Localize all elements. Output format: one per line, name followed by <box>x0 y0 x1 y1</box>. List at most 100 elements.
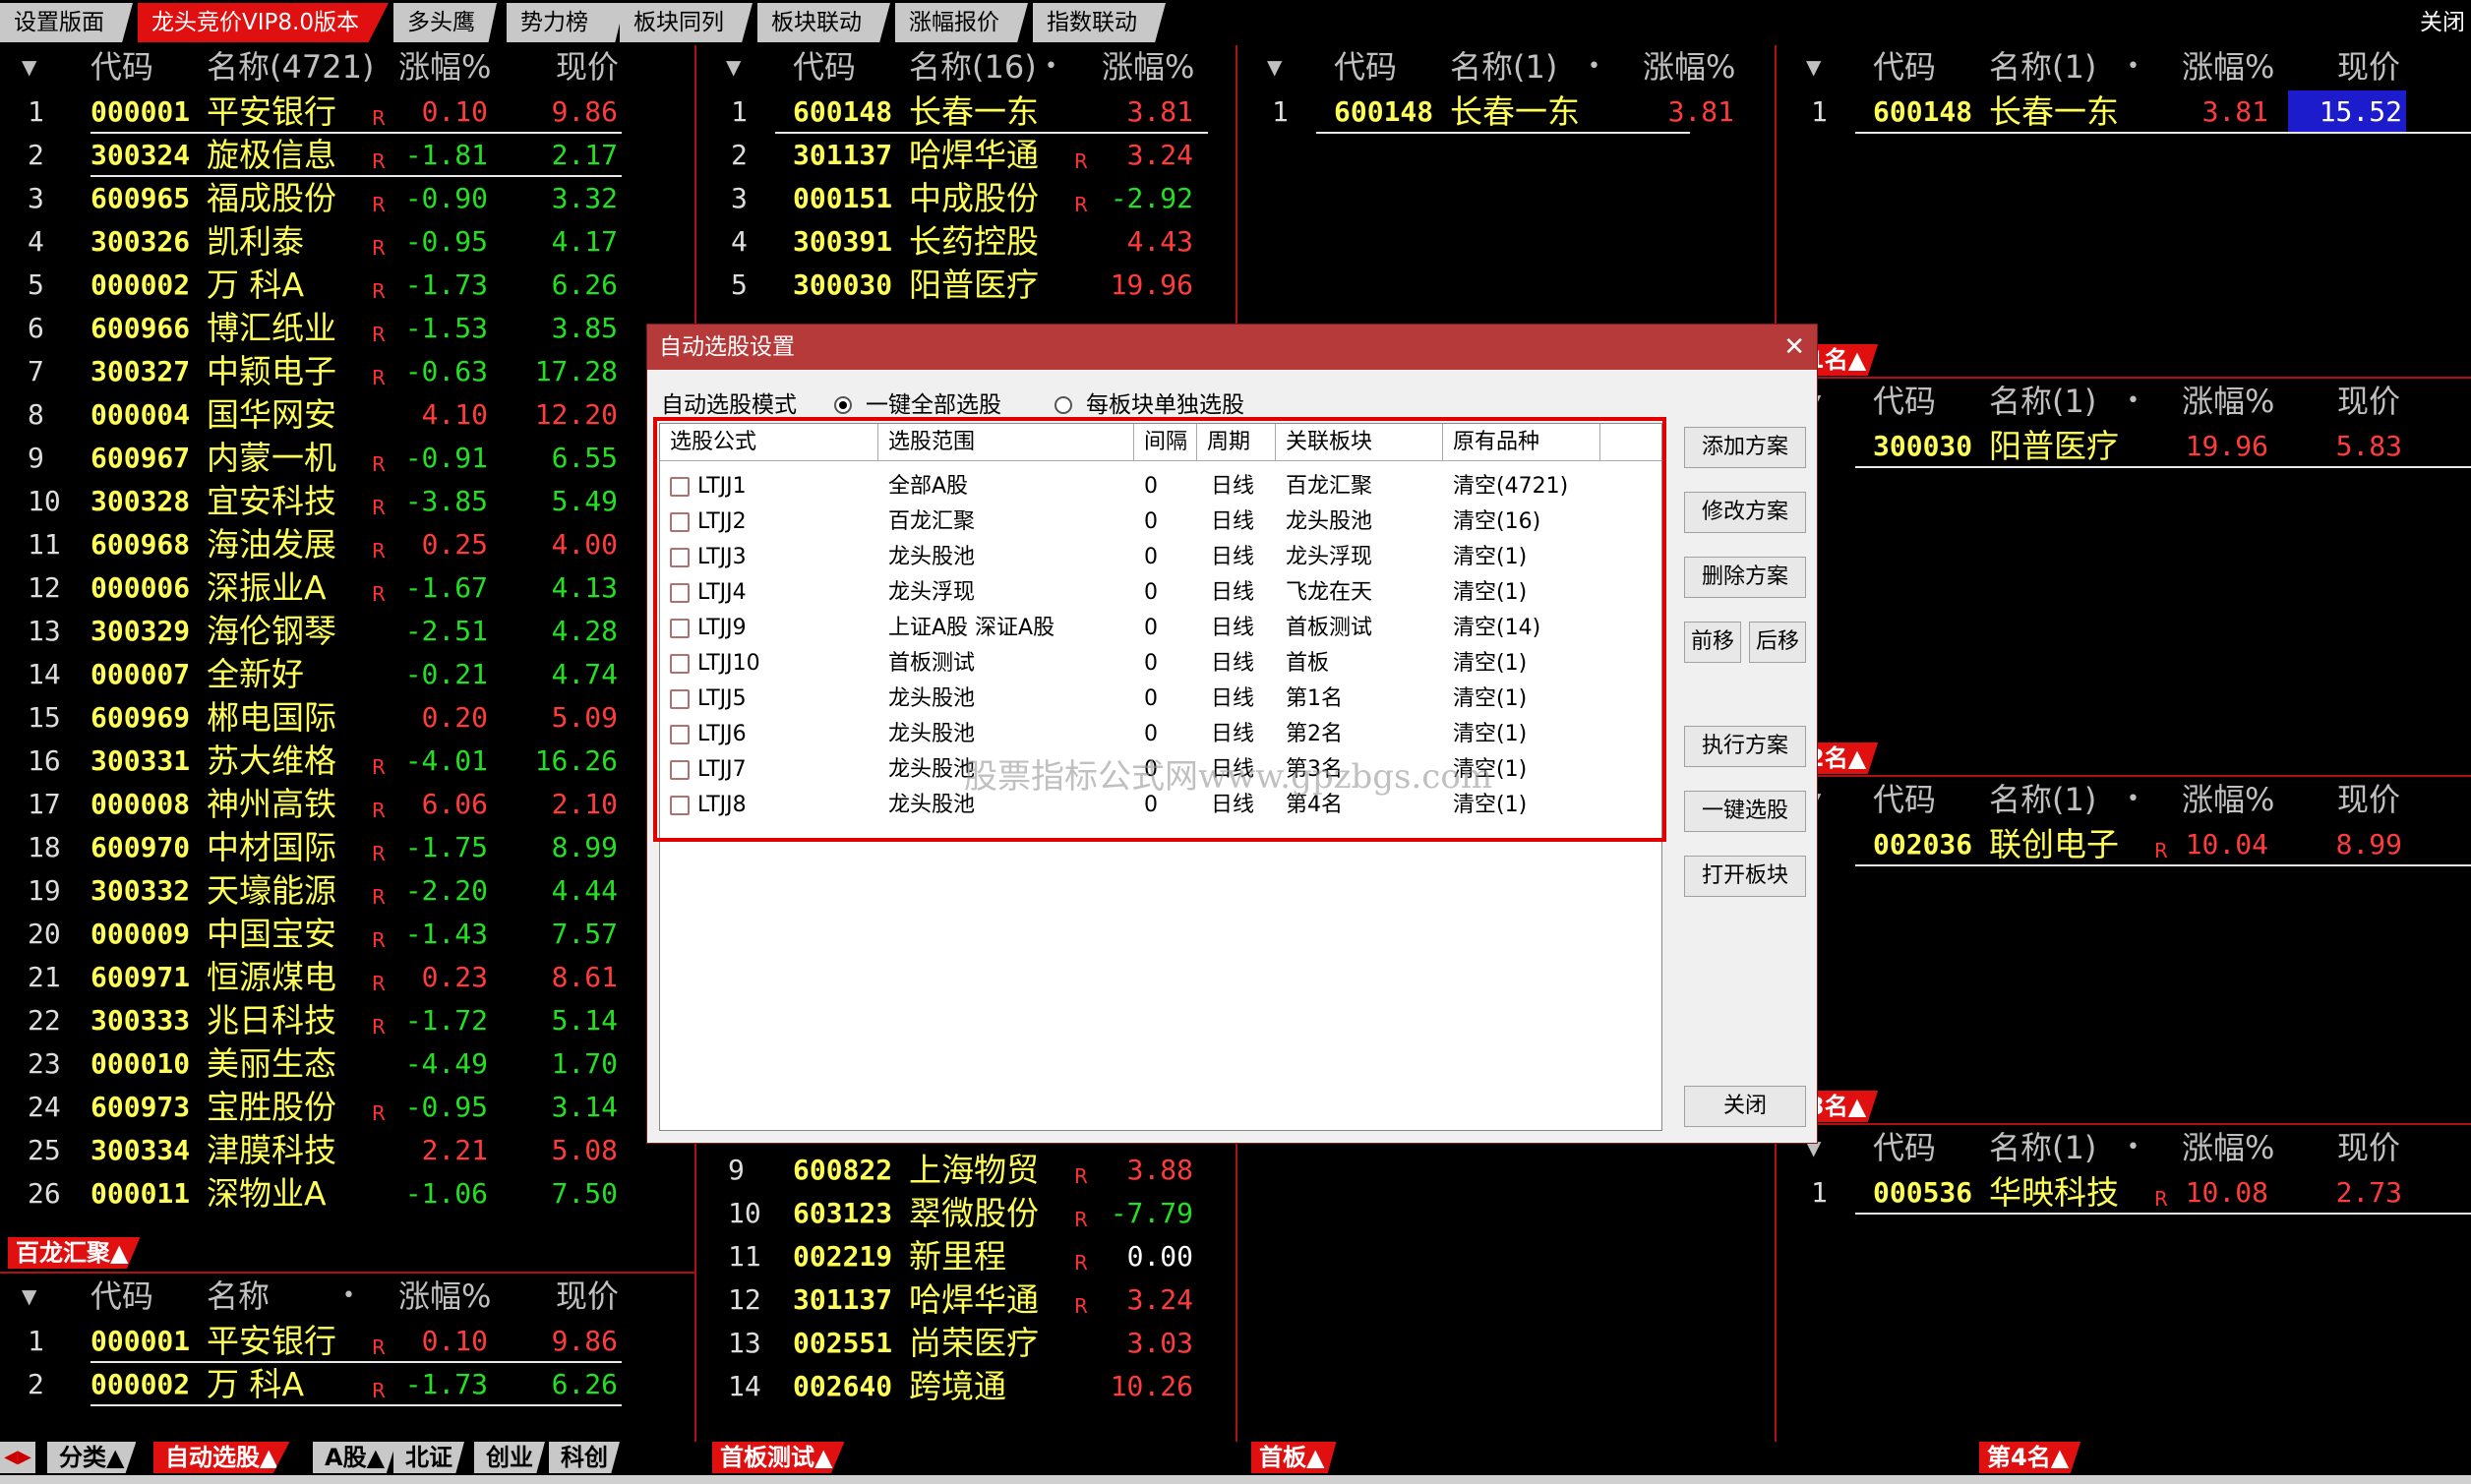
header-change[interactable]: 涨幅% <box>2182 45 2274 89</box>
table-row[interactable]: 8 000004 国华网安 4.10 12.20 <box>0 393 694 437</box>
stock-code[interactable]: 002551 <box>793 1322 892 1365</box>
add-scheme-button[interactable]: 添加方案 <box>1684 427 1806 468</box>
table-row[interactable]: 1 000536 华映科技 R 10.08 2.73 <box>1777 1171 2471 1215</box>
stock-code[interactable]: 300334 <box>90 1129 190 1172</box>
close-button[interactable]: 关闭 <box>1684 1086 1806 1127</box>
header-code[interactable]: 代码 <box>1873 778 1936 821</box>
stock-code[interactable]: 600966 <box>90 307 190 350</box>
stock-name[interactable]: 哈焊华通 <box>909 134 1039 177</box>
table-row[interactable]: 11 600968 海油发展 R 0.25 4.00 <box>0 523 694 566</box>
stock-name[interactable]: 苏大维格 <box>207 740 336 783</box>
move-up-button[interactable]: 前移 <box>1684 622 1741 663</box>
table-row[interactable]: 22 300333 兆日科技 R -1.72 5.14 <box>0 999 694 1042</box>
table-row[interactable]: 3 600965 福成股份 R -0.90 3.32 <box>0 177 694 220</box>
table-row[interactable]: 3 000151 中成股份 R -2.92 <box>696 177 1236 220</box>
stock-name[interactable]: 长春一东 <box>909 90 1039 134</box>
stock-name[interactable]: 深振业A <box>207 566 327 610</box>
table-row[interactable]: 11 002219 新里程 R 0.00 <box>696 1235 1236 1278</box>
table-row[interactable]: 10 603123 翠微股份 R -7.79 <box>696 1192 1236 1235</box>
stock-code[interactable]: 002640 <box>793 1365 892 1408</box>
table-row[interactable]: 16 300331 苏大维格 R -4.01 16.26 <box>0 740 694 783</box>
header-change[interactable]: 涨幅% <box>2182 380 2274 423</box>
header-code[interactable]: 代码 <box>1873 45 1936 89</box>
table-row[interactable]: 13 002551 尚荣医疗 3.03 <box>696 1322 1236 1365</box>
stock-name[interactable]: 凯利泰 <box>207 220 304 264</box>
tab-sector-link[interactable]: 板块联动 <box>757 3 890 42</box>
stock-name[interactable]: 天壕能源 <box>207 869 336 913</box>
table-row[interactable]: 300030 阳普医疗 19.96 5.83 <box>1777 425 2471 468</box>
stock-code[interactable]: 000002 <box>90 264 190 307</box>
stock-name[interactable]: 华映科技 <box>1989 1171 2119 1215</box>
table-row[interactable]: 1 600148 长春一东 3.81 <box>1237 90 1775 134</box>
table-row[interactable]: 10 300328 宜安科技 R -3.85 5.49 <box>0 480 694 523</box>
table-row[interactable]: 21 600971 恒源煤电 R 0.23 8.61 <box>0 956 694 999</box>
table-row[interactable]: 9 600822 上海物贸 R 3.88 <box>696 1149 1236 1192</box>
panel-tag-shouban[interactable]: 首板▲ <box>1251 1442 1337 1473</box>
stock-name[interactable]: 上海物贸 <box>909 1149 1039 1192</box>
header-name[interactable]: 名称(1) <box>1989 45 2096 89</box>
table-row[interactable]: 2 000002 万 科A R -1.73 6.26 <box>0 1363 694 1406</box>
header-code[interactable]: 代码 <box>1873 1126 1936 1169</box>
stock-name[interactable]: 哈焊华通 <box>909 1278 1039 1322</box>
scroll-arrows[interactable]: ◀▶ <box>0 1442 35 1473</box>
header-name[interactable]: 名称(4721) <box>207 45 374 89</box>
stock-code[interactable]: 301137 <box>793 134 892 177</box>
stock-name[interactable]: 神州高铁 <box>207 783 336 826</box>
stock-code[interactable]: 000008 <box>90 783 190 826</box>
stock-name[interactable]: 万 科A <box>207 264 304 307</box>
header-code[interactable]: 代码 <box>793 45 856 89</box>
header-price[interactable]: 现价 <box>556 45 619 89</box>
stock-code[interactable]: 603123 <box>793 1192 892 1235</box>
tab-sector-same[interactable]: 板块同列 <box>620 3 753 42</box>
table-row[interactable]: 1 000001 平安银行 R 0.10 9.86 <box>0 90 694 134</box>
stock-name[interactable]: 海油发展 <box>207 523 336 566</box>
tab-change-quote[interactable]: 涨幅报价 <box>895 3 1028 42</box>
stock-name[interactable]: 旋极信息 <box>207 134 336 177</box>
tab-category[interactable]: 分类▲ <box>47 1442 137 1473</box>
table-row[interactable]: 5 300030 阳普医疗 19.96 <box>696 264 1236 307</box>
header-change[interactable]: 涨幅% <box>1643 45 1735 89</box>
header-change[interactable]: 涨幅% <box>398 1275 491 1318</box>
table-row[interactable]: 6 600966 博汇纸业 R -1.53 3.85 <box>0 307 694 350</box>
radio-per-sector[interactable]: 每板块单独选股 <box>1055 386 1244 419</box>
stock-name[interactable]: 宝胜股份 <box>207 1086 336 1129</box>
stock-name[interactable]: 津膜科技 <box>207 1129 336 1172</box>
table-row[interactable]: 14 000007 全新好 -0.21 4.74 <box>0 653 694 696</box>
close-link[interactable]: 关闭 <box>2420 3 2465 42</box>
table-row[interactable]: 19 300332 天壕能源 R -2.20 4.44 <box>0 869 694 913</box>
table-row[interactable]: 5 000002 万 科A R -1.73 6.26 <box>0 264 694 307</box>
stock-name[interactable]: 博汇纸业 <box>207 307 336 350</box>
stock-code[interactable]: 002036 <box>1873 823 1972 866</box>
one-click-select-button[interactable]: 一键选股 <box>1684 791 1806 832</box>
sort-triangle-icon[interactable]: ▼ <box>1806 45 1821 89</box>
stock-name[interactable]: 长春一东 <box>1450 90 1580 134</box>
stock-name[interactable]: 兆日科技 <box>207 999 336 1042</box>
stock-name[interactable]: 平安银行 <box>207 1320 336 1363</box>
sort-triangle-icon[interactable]: ▼ <box>1267 45 1282 89</box>
header-name[interactable]: 名称(1) <box>1989 380 2096 423</box>
header-name[interactable]: 名称 <box>207 1275 270 1318</box>
header-price[interactable]: 现价 <box>2337 380 2400 423</box>
open-sector-button[interactable]: 打开板块 <box>1684 856 1806 897</box>
stock-name[interactable]: 尚荣医疗 <box>909 1322 1039 1365</box>
tab-layout-settings[interactable]: 设置版面 <box>0 3 133 42</box>
stock-code[interactable]: 000001 <box>90 1320 190 1363</box>
stock-name[interactable]: 郴电国际 <box>207 696 336 740</box>
stock-name[interactable]: 长药控股 <box>909 220 1039 264</box>
stock-code[interactable]: 300333 <box>90 999 190 1042</box>
sort-triangle-icon[interactable]: ▼ <box>22 45 36 89</box>
stock-name[interactable]: 美丽生态 <box>207 1042 336 1086</box>
stock-name[interactable]: 深物业A <box>207 1172 327 1216</box>
stock-code[interactable]: 300331 <box>90 740 190 783</box>
stock-name[interactable]: 阳普医疗 <box>1989 425 2119 468</box>
table-row[interactable]: 1 600148 长春一东 3.81 <box>696 90 1236 134</box>
stock-code[interactable]: 600148 <box>1334 90 1433 134</box>
stock-code[interactable]: 600148 <box>793 90 892 134</box>
table-row[interactable]: 25 300334 津膜科技 2.21 5.08 <box>0 1129 694 1172</box>
stock-code[interactable]: 600969 <box>90 696 190 740</box>
tab-auto-select[interactable]: 自动选股▲ <box>153 1442 290 1473</box>
table-row[interactable]: 14 002640 跨境通 10.26 <box>696 1365 1236 1408</box>
stock-code[interactable]: 600973 <box>90 1086 190 1129</box>
header-code[interactable]: 代码 <box>90 1275 153 1318</box>
stock-code[interactable]: 000004 <box>90 393 190 437</box>
